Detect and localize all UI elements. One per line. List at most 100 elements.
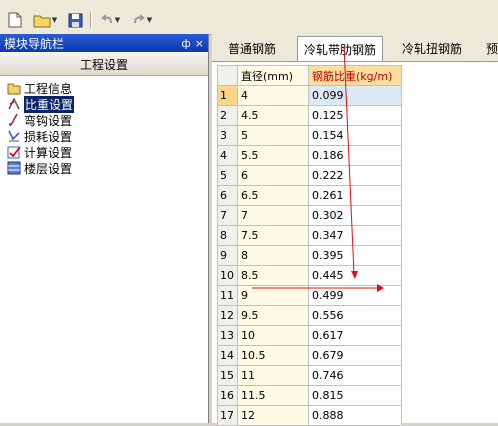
table-row[interactable]: 7 7 0.302 [217,205,402,226]
table-row[interactable]: 14 10.5 0.679 [217,345,402,366]
nav-item-label: 比重设置 [24,95,75,113]
folder-info-icon [6,81,21,95]
diameter-cell[interactable]: 10 [237,325,309,346]
diameter-cell[interactable]: 6.5 [237,185,309,206]
table-row[interactable]: 9 8 0.395 [217,245,402,266]
nav-section-header[interactable]: 工程设置 [0,52,208,76]
nav-item-label: 弯钩设置 [24,113,73,128]
nav-item-label: 计算设置 [24,145,73,160]
nav-item-calc-settings[interactable]: 计算设置 [6,144,208,160]
nav-item-project-info[interactable]: 工程信息 [6,80,208,96]
table-row[interactable]: 3 5 0.154 [217,125,402,146]
weight-cell[interactable]: 0.679 [308,345,402,366]
diameter-cell[interactable]: 6 [237,165,309,186]
save-icon[interactable] [66,10,84,30]
table-row[interactable]: 4 5.5 0.186 [217,145,402,166]
row-number: 6 [217,185,238,206]
row-number: 13 [217,325,238,346]
table-row[interactable]: 5 6 0.222 [217,165,402,186]
nav-titlebar: 模块导航栏 ф × [0,34,208,52]
weight-cell[interactable]: 0.347 [308,225,402,246]
diameter-cell[interactable]: 5.5 [237,145,309,166]
nav-item-hook-settings[interactable]: 弯钩设置 [6,112,208,128]
pin-icon[interactable]: ф [181,37,190,50]
undo-icon[interactable]: ▼ [96,10,124,30]
row-number: 11 [217,285,238,306]
table-row[interactable]: 13 10 0.617 [217,325,402,346]
row-number: 12 [217,305,238,326]
diameter-cell[interactable]: 11.5 [237,385,309,406]
nav-item-floor-settings[interactable]: 楼层设置 [6,160,208,176]
table-row[interactable]: 2 4.5 0.125 [217,105,402,126]
weight-cell[interactable]: 0.186 [308,145,402,166]
row-number: 7 [217,205,238,226]
close-icon[interactable]: × [195,37,204,50]
diameter-cell[interactable]: 10.5 [237,345,309,366]
weight-cell[interactable]: 0.746 [308,365,402,386]
weight-cell[interactable]: 0.815 [308,385,402,406]
table-header-row: 直径(mm) 钢筋比重(kg/m) [217,65,402,86]
weight-cell[interactable]: 0.499 [308,285,402,306]
weight-cell[interactable]: 0.099 [308,85,402,106]
row-number: 9 [217,245,238,266]
floor-icon [6,161,21,175]
diameter-cell[interactable]: 4 [237,85,309,106]
weight-table: 直径(mm) 钢筋比重(kg/m) 1 4 0.099 2 4.5 0.125 3 5 0.15… [217,65,402,426]
diameter-cell[interactable]: 7 [237,205,309,226]
diameter-cell[interactable]: 8 [237,245,309,266]
nav-item-label: 楼层设置 [24,161,73,176]
table-row[interactable]: 10 8.5 0.445 [217,265,402,286]
nav-item-weight-settings[interactable]: 比重设置 [6,95,208,113]
diameter-cell[interactable]: 7.5 [237,225,309,246]
diameter-cell[interactable]: 8.5 [237,265,309,286]
tab-cold-rolled-twisted[interactable]: 冷轧扭钢筋 [392,38,472,58]
weight-cell[interactable]: 0.222 [308,165,402,186]
main-content: 普通钢筋 冷轧带肋钢筋 冷轧扭钢筋 预 直径(mm) 钢筋比重(kg/m) 14… [212,34,498,426]
table-row[interactable]: 8 7.5 0.347 [217,225,402,246]
hook-icon [6,113,21,127]
new-file-icon[interactable] [6,10,24,30]
diameter-cell[interactable]: 11 [237,365,309,386]
nav-list: 工程信息 比重设置 弯钩设置 损耗设置 计算设置 楼层设置 [0,76,208,176]
table-row[interactable]: 16 11.5 0.815 [217,385,402,406]
tab-prestressed[interactable]: 预 [482,38,498,58]
diameter-cell[interactable]: 9.5 [237,305,309,326]
loss-icon [6,129,21,143]
diameter-cell[interactable]: 4.5 [237,105,309,126]
row-number: 5 [217,165,238,186]
table-row[interactable]: 15 11 0.746 [217,365,402,386]
nav-item-loss-settings[interactable]: 损耗设置 [6,128,208,144]
redo-icon[interactable]: ▼ [128,10,156,30]
table-row[interactable]: 6 6.5 0.261 [217,185,402,206]
toolbar: ▼ ▼ ▼ [0,6,498,35]
table-row[interactable]: 1 4 0.099 [217,85,402,106]
row-number: 2 [217,105,238,126]
weight-cell[interactable]: 0.395 [308,245,402,266]
tab-cold-rolled-ribbed[interactable]: 冷轧带肋钢筋 [297,36,383,61]
tab-bar: 普通钢筋 冷轧带肋钢筋 冷轧扭钢筋 预 [212,34,498,62]
row-number: 14 [217,345,238,366]
row-number: 10 [217,265,238,286]
weight-cell[interactable]: 0.154 [308,125,402,146]
weight-cell[interactable]: 0.261 [308,185,402,206]
nav-item-label: 损耗设置 [24,129,73,144]
tab-normal-rebar[interactable]: 普通钢筋 [220,38,284,58]
weight-cell[interactable]: 0.125 [308,105,402,126]
weight-cell[interactable]: 0.302 [308,205,402,226]
nav-title: 模块导航栏 [4,36,65,51]
open-folder-icon[interactable]: ▼ [30,10,60,30]
weight-cell[interactable]: 0.617 [308,325,402,346]
column-header-diameter[interactable]: 直径(mm) [237,65,309,86]
table-row[interactable]: 11 9 0.499 [217,285,402,306]
row-number: 1 [217,85,238,106]
column-header-weight[interactable]: 钢筋比重(kg/m) [308,65,402,86]
diameter-cell[interactable]: 9 [237,285,309,306]
diameter-cell[interactable]: 5 [237,125,309,146]
weight-cell[interactable]: 0.556 [308,305,402,326]
module-nav-panel: 模块导航栏 ф × 工程设置 工程信息 比重设置 弯钩设置 损耗设置 计算设置 [0,34,209,423]
row-number: 16 [217,385,238,406]
weight-cell[interactable]: 0.445 [308,265,402,286]
table-row[interactable]: 12 9.5 0.556 [217,305,402,326]
nav-item-label: 工程信息 [24,81,73,96]
row-number: 3 [217,125,238,146]
